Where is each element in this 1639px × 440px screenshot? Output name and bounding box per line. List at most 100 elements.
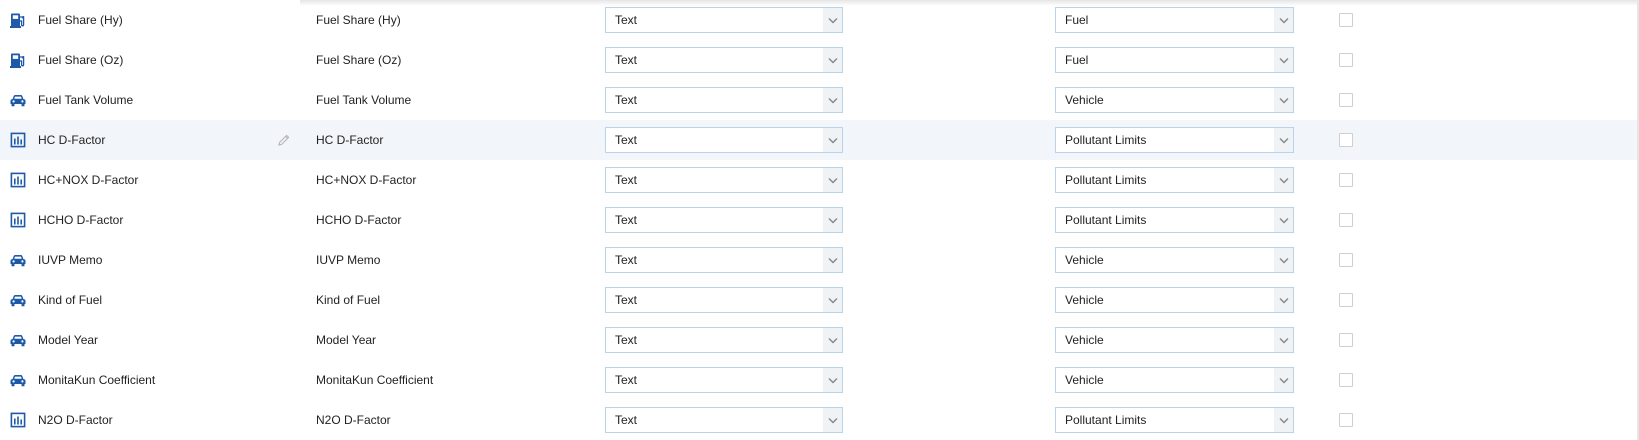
type-select[interactable]: Text xyxy=(605,167,843,193)
row-checkbox[interactable] xyxy=(1339,213,1353,227)
field-name: HC+NOX D-Factor xyxy=(38,173,139,187)
field-row[interactable]: Fuel Share (Hy) Fuel Share (Hy) Text Fue… xyxy=(0,0,1637,40)
bar-chart-icon xyxy=(10,412,26,428)
type-select-value: Text xyxy=(615,373,638,387)
type-select-value: Text xyxy=(615,253,638,267)
category-select[interactable]: Pollutant Limits xyxy=(1055,407,1294,433)
category-select[interactable]: Fuel xyxy=(1055,47,1294,73)
type-select[interactable]: Text xyxy=(605,247,843,273)
field-label[interactable]: HCHO D-Factor xyxy=(316,212,401,228)
category-select[interactable]: Fuel xyxy=(1055,7,1294,33)
chevron-down-icon[interactable] xyxy=(823,88,842,112)
car-icon xyxy=(10,92,26,108)
chevron-down-icon[interactable] xyxy=(1274,408,1293,432)
category-select[interactable]: Pollutant Limits xyxy=(1055,127,1294,153)
row-checkbox[interactable] xyxy=(1339,53,1353,67)
type-select[interactable]: Text xyxy=(605,7,843,33)
row-checkbox[interactable] xyxy=(1339,253,1353,267)
chevron-down-icon[interactable] xyxy=(823,288,842,312)
type-select[interactable]: Text xyxy=(605,367,843,393)
category-select-value: Fuel xyxy=(1065,53,1089,67)
chevron-down-icon[interactable] xyxy=(1274,48,1293,72)
chevron-down-icon[interactable] xyxy=(823,48,842,72)
chevron-down-icon[interactable] xyxy=(1274,288,1293,312)
type-select-value: Text xyxy=(615,173,638,187)
field-row[interactable]: HC+NOX D-Factor HC+NOX D-Factor Text Pol… xyxy=(0,160,1637,200)
field-row[interactable]: Fuel Tank Volume Fuel Tank Volume Text V… xyxy=(0,80,1637,120)
category-select[interactable]: Pollutant Limits xyxy=(1055,167,1294,193)
chevron-down-icon[interactable] xyxy=(823,168,842,192)
chevron-down-icon[interactable] xyxy=(823,208,842,232)
chevron-down-icon[interactable] xyxy=(823,248,842,272)
type-select-value: Text xyxy=(615,133,638,147)
type-select-value: Text xyxy=(615,13,638,27)
chevron-down-icon[interactable] xyxy=(823,408,842,432)
category-select-value: Vehicle xyxy=(1065,333,1104,347)
type-select[interactable]: Text xyxy=(605,87,843,113)
field-label[interactable]: MonitaKun Coefficient xyxy=(316,372,433,388)
field-label[interactable]: Model Year xyxy=(316,332,376,348)
field-label[interactable]: Kind of Fuel xyxy=(316,292,380,308)
category-select-value: Pollutant Limits xyxy=(1065,413,1147,427)
row-checkbox[interactable] xyxy=(1339,13,1353,27)
category-select-value: Vehicle xyxy=(1065,373,1104,387)
row-checkbox[interactable] xyxy=(1339,93,1353,107)
chevron-down-icon[interactable] xyxy=(823,328,842,352)
type-select[interactable]: Text xyxy=(605,407,843,433)
category-select-value: Vehicle xyxy=(1065,293,1104,307)
category-select[interactable]: Vehicle xyxy=(1055,87,1294,113)
category-select[interactable]: Vehicle xyxy=(1055,247,1294,273)
bar-chart-icon xyxy=(10,132,26,148)
type-select[interactable]: Text xyxy=(605,47,843,73)
field-name: HC D-Factor xyxy=(38,133,106,147)
field-label[interactable]: Fuel Tank Volume xyxy=(316,92,411,108)
row-checkbox[interactable] xyxy=(1339,413,1353,427)
chevron-down-icon[interactable] xyxy=(823,128,842,152)
type-select-value: Text xyxy=(615,333,638,347)
pencil-icon[interactable] xyxy=(277,133,291,147)
field-label[interactable]: Fuel Share (Hy) xyxy=(316,12,401,28)
field-label[interactable]: HC+NOX D-Factor xyxy=(316,172,416,188)
row-checkbox[interactable] xyxy=(1339,133,1353,147)
chevron-down-icon[interactable] xyxy=(823,368,842,392)
field-row[interactable]: Kind of Fuel Kind of Fuel Text Vehicle xyxy=(0,280,1637,320)
category-select[interactable]: Vehicle xyxy=(1055,327,1294,353)
field-label[interactable]: N2O D-Factor xyxy=(316,412,391,428)
chevron-down-icon[interactable] xyxy=(1274,248,1293,272)
field-label[interactable]: HC D-Factor xyxy=(316,132,383,148)
field-row[interactable]: Fuel Share (Oz) Fuel Share (Oz) Text Fue… xyxy=(0,40,1637,80)
row-checkbox[interactable] xyxy=(1339,173,1353,187)
field-row[interactable]: N2O D-Factor N2O D-Factor Text Pollutant… xyxy=(0,400,1637,440)
type-select-value: Text xyxy=(615,53,638,67)
row-checkbox[interactable] xyxy=(1339,293,1353,307)
category-select[interactable]: Vehicle xyxy=(1055,287,1294,313)
type-select[interactable]: Text xyxy=(605,287,843,313)
row-checkbox[interactable] xyxy=(1339,333,1353,347)
field-label[interactable]: Fuel Share (Oz) xyxy=(316,52,401,68)
category-select[interactable]: Vehicle xyxy=(1055,367,1294,393)
chevron-down-icon[interactable] xyxy=(1274,208,1293,232)
field-row[interactable]: IUVP Memo IUVP Memo Text Vehicle xyxy=(0,240,1637,280)
chevron-down-icon[interactable] xyxy=(1274,168,1293,192)
field-row[interactable]: Model Year Model Year Text Vehicle xyxy=(0,320,1637,360)
chevron-down-icon[interactable] xyxy=(1274,128,1293,152)
row-checkbox[interactable] xyxy=(1339,373,1353,387)
type-select[interactable]: Text xyxy=(605,127,843,153)
chevron-down-icon[interactable] xyxy=(1274,328,1293,352)
field-label[interactable]: IUVP Memo xyxy=(316,252,380,268)
chevron-down-icon[interactable] xyxy=(1274,88,1293,112)
category-select[interactable]: Pollutant Limits xyxy=(1055,207,1294,233)
bar-chart-icon xyxy=(10,212,26,228)
field-row[interactable]: MonitaKun Coefficient MonitaKun Coeffici… xyxy=(0,360,1637,400)
chevron-down-icon[interactable] xyxy=(1274,368,1293,392)
type-select[interactable]: Text xyxy=(605,327,843,353)
field-row[interactable]: HCHO D-Factor HCHO D-Factor Text Polluta… xyxy=(0,200,1637,240)
field-name: HCHO D-Factor xyxy=(38,213,124,227)
category-select-value: Pollutant Limits xyxy=(1065,213,1147,227)
field-name: Kind of Fuel xyxy=(38,293,103,307)
chevron-down-icon[interactable] xyxy=(823,8,842,32)
fuel-pump-icon xyxy=(10,12,26,28)
chevron-down-icon[interactable] xyxy=(1274,8,1293,32)
field-row[interactable]: HC D-Factor HC D-Factor Text Pollutant L… xyxy=(0,120,1637,160)
type-select[interactable]: Text xyxy=(605,207,843,233)
